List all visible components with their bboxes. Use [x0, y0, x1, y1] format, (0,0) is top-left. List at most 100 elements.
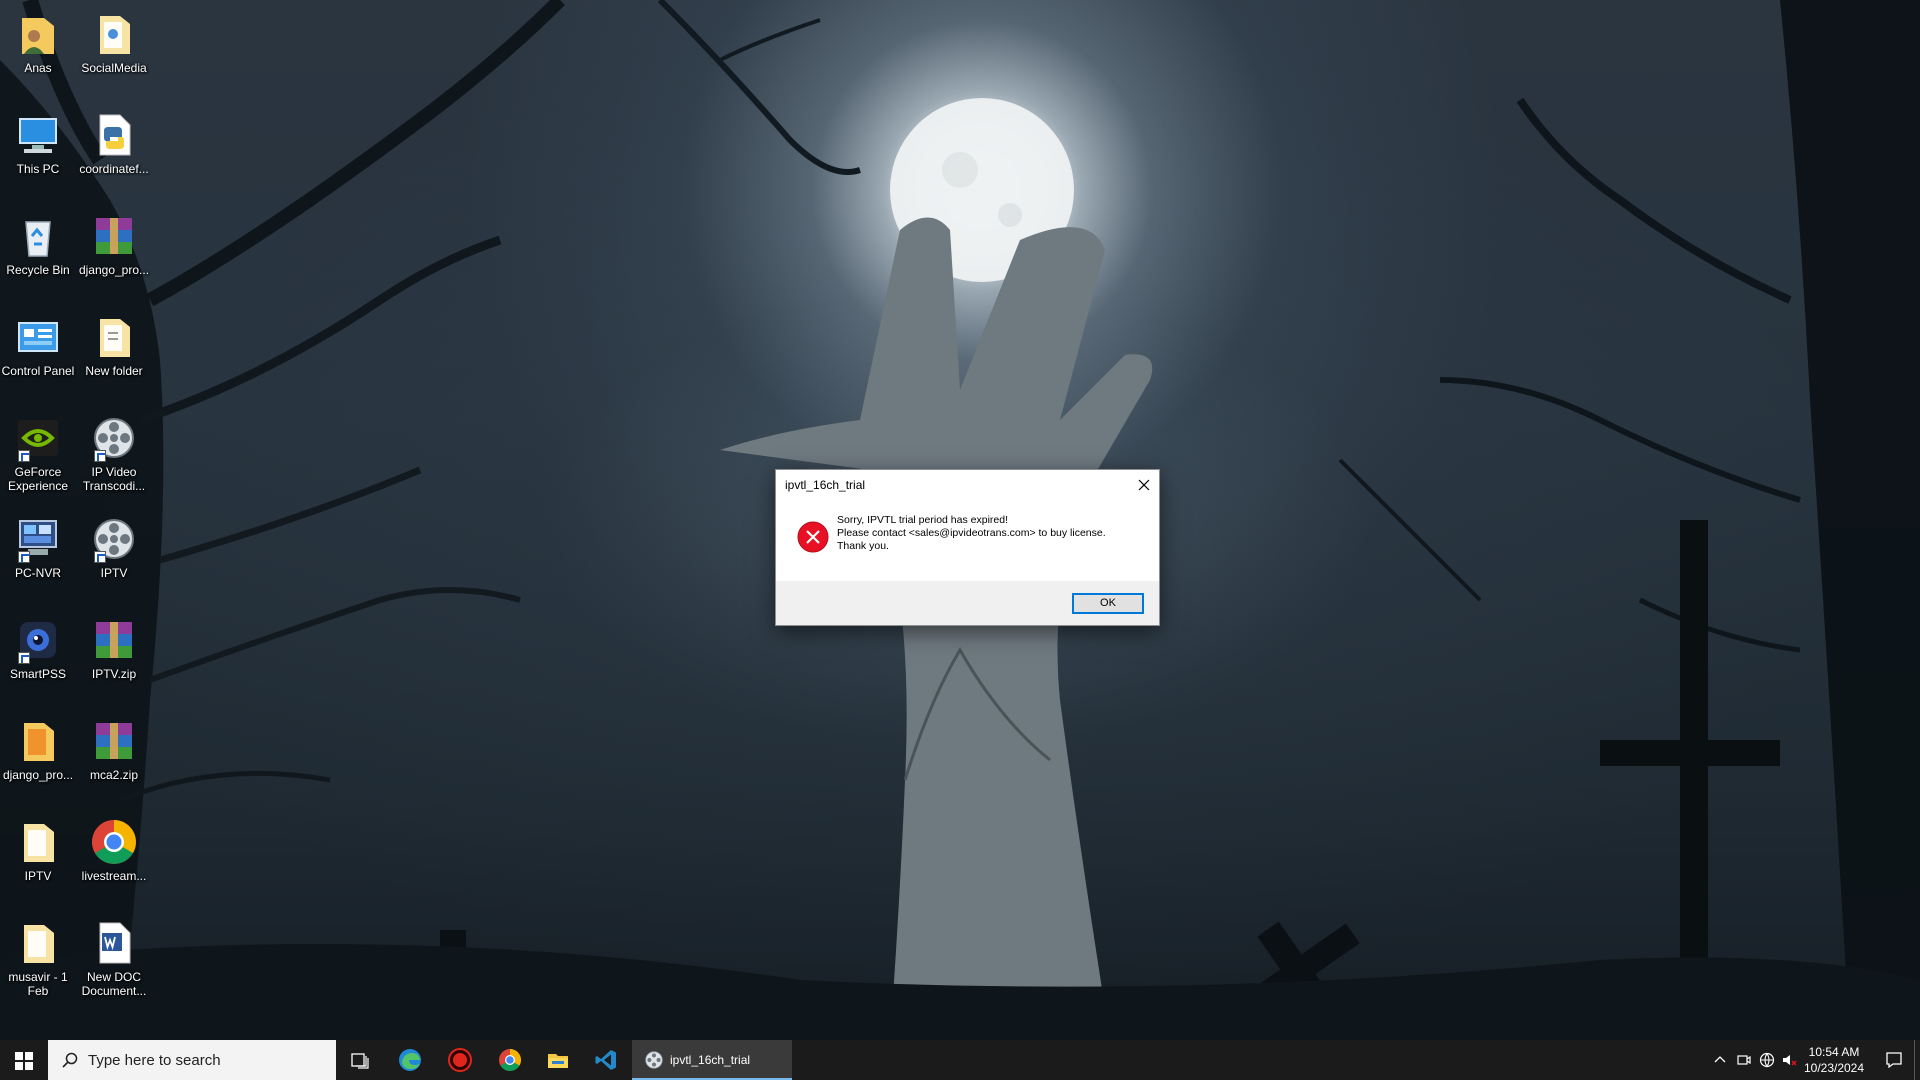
winrar-archive-icon: [90, 212, 138, 260]
record-icon: [448, 1048, 472, 1072]
folder-icon: [14, 919, 62, 967]
desktop-icon-label: IPTV: [100, 566, 128, 580]
shortcut-arrow-icon: [94, 450, 106, 462]
desktop-icon-control-panel[interactable]: Control Panel: [0, 313, 76, 378]
nvidia-icon: [14, 414, 62, 462]
desktop-icon-django-pro-archive[interactable]: django_pro...: [76, 212, 152, 277]
desktop-icon-musavir[interactable]: musavir - 1 Feb: [0, 919, 76, 998]
desktop-icon-iptv-zip[interactable]: IPTV.zip: [76, 616, 152, 681]
dialog-footer: OK: [776, 581, 1159, 625]
desktop-icon-label: IP Video Transcodi...: [82, 465, 146, 493]
dialog-body: Sorry, IPVTL trial period has expired! P…: [776, 500, 1159, 582]
winrar-archive-icon: [90, 616, 138, 664]
tray-network[interactable]: [1755, 1040, 1779, 1080]
tray-meet-now[interactable]: [1732, 1040, 1756, 1080]
desktop-icon-label: SocialMedia: [81, 61, 147, 75]
desktop-icon-label: coordinatef...: [79, 162, 149, 176]
desktop-icon-iptv-folder[interactable]: IPTV: [0, 818, 76, 883]
globe-icon: [1759, 1052, 1775, 1068]
desktop-icon-socialmedia[interactable]: SocialMedia: [76, 10, 152, 75]
python-file-icon: [90, 111, 138, 159]
search-icon: [62, 1052, 78, 1068]
desktop-icon-pc-nvr[interactable]: PC-NVR: [0, 515, 76, 580]
message-line: Thank you.: [837, 540, 889, 552]
folder-icon: [14, 818, 62, 866]
dialog-title: ipvtl_16ch_trial: [785, 478, 866, 492]
desktop-icon-label: musavir - 1 Feb: [8, 970, 68, 998]
desktop-icon-this-pc[interactable]: This PC: [0, 111, 76, 176]
desktop-icon-label: Recycle Bin: [6, 263, 70, 277]
desktop-icon-recycle-bin[interactable]: Recycle Bin: [0, 212, 76, 277]
taskbar: Type here to search ipvtl_16ch_trial 10:…: [0, 1040, 1920, 1080]
desktop-icon-label: livestream...: [81, 869, 147, 883]
desktop-icon-django-pro-folder[interactable]: django_pro...: [0, 717, 76, 782]
desktop-icon-label: IPTV.zip: [91, 667, 137, 681]
folder-icon: [14, 717, 62, 765]
shortcut-arrow-icon: [18, 450, 30, 462]
film-reel-icon: [90, 414, 138, 462]
desktop-icon-geforce-experience[interactable]: GeForce Experience: [0, 414, 76, 493]
tray-overflow-button[interactable]: [1708, 1040, 1732, 1080]
user-folder-icon: [14, 10, 62, 58]
windows-logo-icon: [15, 1052, 33, 1070]
recycle-bin-icon: [14, 212, 62, 260]
search-placeholder: Type here to search: [88, 1052, 221, 1069]
error-dialog: ipvtl_16ch_trial Sorry, IPVTL trial peri…: [775, 469, 1160, 626]
message-line: Please contact <sales@ipvideotrans.com> …: [837, 527, 1106, 539]
desktop-icon-smartpss[interactable]: SmartPSS: [0, 616, 76, 681]
taskbar-recorder-button[interactable]: [436, 1040, 484, 1080]
message-line: Sorry, IPVTL trial period has expired!: [837, 514, 1008, 526]
desktop-icon-anas[interactable]: Anas: [0, 10, 76, 75]
taskbar-vscode-button[interactable]: [582, 1040, 630, 1080]
dialog-titlebar[interactable]: ipvtl_16ch_trial: [776, 470, 1159, 500]
desktop-icon-livestream[interactable]: livestream...: [76, 818, 152, 883]
close-icon: [1138, 479, 1150, 491]
speaker-muted-icon: [1783, 1055, 1797, 1066]
action-center-button[interactable]: [1874, 1040, 1914, 1080]
control-panel-icon: [14, 313, 62, 361]
taskbar-chrome-button[interactable]: [486, 1040, 534, 1080]
start-button[interactable]: [0, 1040, 48, 1080]
chrome-icon: [499, 1049, 521, 1071]
desktop-icon-label: SmartPSS: [9, 667, 66, 681]
desktop-icon-iptv-shortcut[interactable]: IPTV: [76, 515, 152, 580]
desktop-icon-label: Control Panel: [1, 364, 75, 378]
desktop-icon-label: PC-NVR: [14, 566, 61, 580]
taskbar-search-box[interactable]: Type here to search: [48, 1040, 336, 1080]
clock-date: 10/23/2024: [1803, 1061, 1865, 1075]
desktop-icon-new-doc[interactable]: New DOC Document...: [76, 919, 152, 998]
show-desktop-button[interactable]: [1914, 1040, 1920, 1080]
file-explorer-icon: [548, 1054, 568, 1068]
camera-icon: [1737, 1055, 1751, 1065]
desktop-icon-label: django_pro...: [2, 768, 74, 782]
folder-icon: [90, 10, 138, 58]
desktop-icon-label: New folder: [85, 364, 143, 378]
desktop-icon-label: mca2.zip: [89, 768, 139, 782]
dialog-message: Sorry, IPVTL trial period has expired! P…: [837, 514, 1106, 553]
chrome-icon: [90, 818, 138, 866]
desktop-icon-label: GeForce Experience: [7, 465, 69, 493]
close-button[interactable]: [1129, 470, 1159, 500]
taskbar-file-explorer-button[interactable]: [534, 1040, 582, 1080]
desktop-icon-label: New DOC Document...: [81, 970, 147, 998]
smartpss-icon: [14, 616, 62, 664]
taskbar-clock[interactable]: 10:54 AM 10/23/2024: [1798, 1044, 1870, 1076]
notification-icon: [1886, 1052, 1902, 1069]
shortcut-arrow-icon: [18, 652, 30, 664]
desktop-icon-ip-video-transcoding[interactable]: IP Video Transcodi...: [76, 414, 152, 493]
taskbar-active-app[interactable]: ipvtl_16ch_trial: [632, 1040, 792, 1080]
edge-icon: [399, 1049, 421, 1071]
desktop-icon-label: IPTV: [24, 869, 52, 883]
task-view-icon: [351, 1053, 369, 1069]
ok-button[interactable]: OK: [1072, 593, 1144, 614]
desktop-icon-new-folder[interactable]: New folder: [76, 313, 152, 378]
taskbar-app-label: ipvtl_16ch_trial: [670, 1053, 751, 1067]
desktop-icon-coordinatef[interactable]: coordinatef...: [76, 111, 152, 176]
taskbar-edge-button[interactable]: [386, 1040, 434, 1080]
desktop-icon-mca2-zip[interactable]: mca2.zip: [76, 717, 152, 782]
this-pc-icon: [14, 111, 62, 159]
film-reel-icon: [90, 515, 138, 563]
winrar-archive-icon: [90, 717, 138, 765]
task-view-button[interactable]: [336, 1040, 384, 1080]
folder-icon: [90, 313, 138, 361]
